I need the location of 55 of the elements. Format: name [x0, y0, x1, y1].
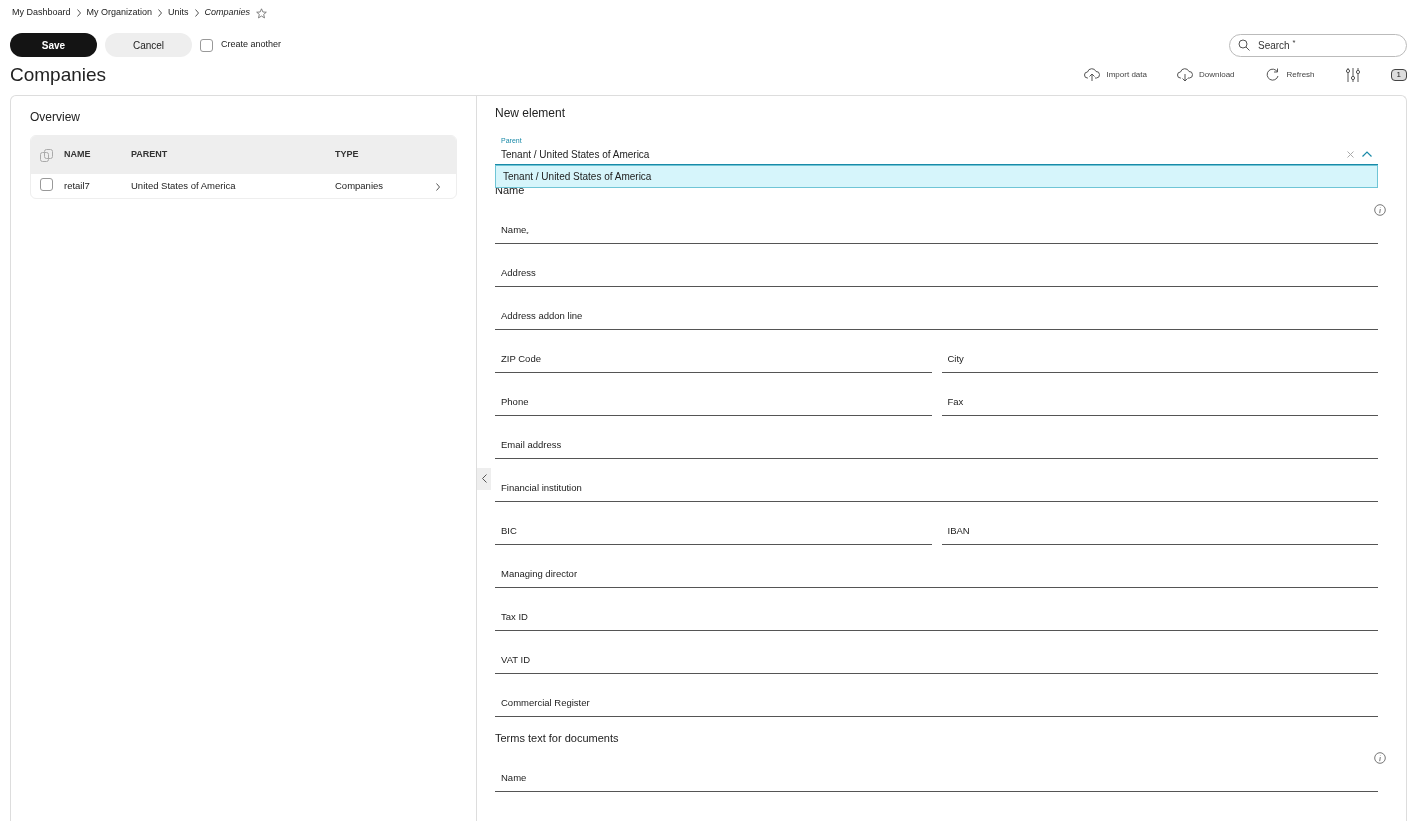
save-button[interactable]: Save	[10, 33, 97, 57]
text-field[interactable]: Managing director	[495, 544, 1378, 588]
section-title: Terms text for documents	[495, 731, 619, 744]
row-checkbox[interactable]	[40, 177, 53, 191]
upload-icon	[1084, 67, 1101, 84]
select-value: Tenant / United States of America	[501, 147, 650, 162]
text-field[interactable]: BIC	[495, 501, 932, 545]
text-field[interactable]: Fax	[941, 372, 1378, 416]
count-badge[interactable]: 1	[1390, 69, 1407, 82]
column-header[interactable]: PARENT	[131, 149, 168, 160]
sliders-icon[interactable]	[1344, 67, 1361, 84]
checkbox-label: Create another	[221, 38, 282, 52]
breadcrumb-link[interactable]: Units	[168, 6, 189, 20]
upload-button[interactable]: Import data	[1084, 67, 1147, 84]
dropdown-option[interactable]: Tenant / United States of America	[503, 168, 1370, 184]
text-field[interactable]: Email address	[495, 415, 1378, 459]
text-field[interactable]: Name	[495, 763, 1378, 792]
breadcrumb-current: Companies	[204, 6, 251, 20]
copy-icon[interactable]	[40, 148, 53, 162]
text-field[interactable]: VAT ID	[495, 630, 1378, 674]
text-field[interactable]: Address	[495, 243, 1378, 287]
table-cell: United States of America	[131, 180, 236, 192]
section-title: Overview	[30, 109, 81, 125]
chevron-icon	[194, 9, 199, 17]
collapse-handle[interactable]	[477, 467, 491, 490]
page-title: Companies	[10, 64, 107, 87]
chevron-up-icon[interactable]	[1362, 151, 1372, 158]
star-icon[interactable]	[256, 7, 268, 19]
breadcrumb-link[interactable]: My Dashboard	[12, 6, 71, 20]
text-field[interactable]: ZIP Code	[495, 329, 932, 373]
text-field[interactable]: Tax ID	[495, 587, 1378, 631]
breadcrumb-link[interactable]: My Organization	[86, 6, 153, 20]
text-field[interactable]: Phone	[495, 372, 932, 416]
chevron-icon	[76, 9, 81, 17]
chevron-left-icon	[481, 474, 487, 484]
text-field[interactable]: Financial institution	[495, 458, 1378, 502]
search-icon	[1238, 39, 1250, 51]
column-header[interactable]: TYPE	[335, 149, 359, 160]
chevron-icon	[158, 9, 163, 17]
refresh-button[interactable]: Refresh	[1264, 67, 1315, 84]
cancel-button[interactable]: Cancel	[105, 33, 192, 57]
text-field[interactable]: IBAN	[941, 501, 1378, 545]
table-cell: Companies	[335, 180, 384, 192]
clear-icon[interactable]	[1347, 150, 1354, 158]
download-button[interactable]: Download	[1176, 67, 1235, 84]
checkbox[interactable]	[200, 38, 213, 52]
text-field[interactable]: City	[941, 329, 1378, 373]
chevron-right-icon[interactable]	[436, 182, 440, 191]
text-field[interactable]: Address addon line	[495, 286, 1378, 330]
form-title: New element	[495, 105, 567, 121]
column-header[interactable]: NAME	[64, 149, 91, 160]
table-cell: retail7	[64, 180, 90, 192]
refresh-icon	[1264, 67, 1281, 84]
download-icon	[1176, 67, 1193, 84]
text-field[interactable]: Commercial Register	[495, 673, 1378, 717]
